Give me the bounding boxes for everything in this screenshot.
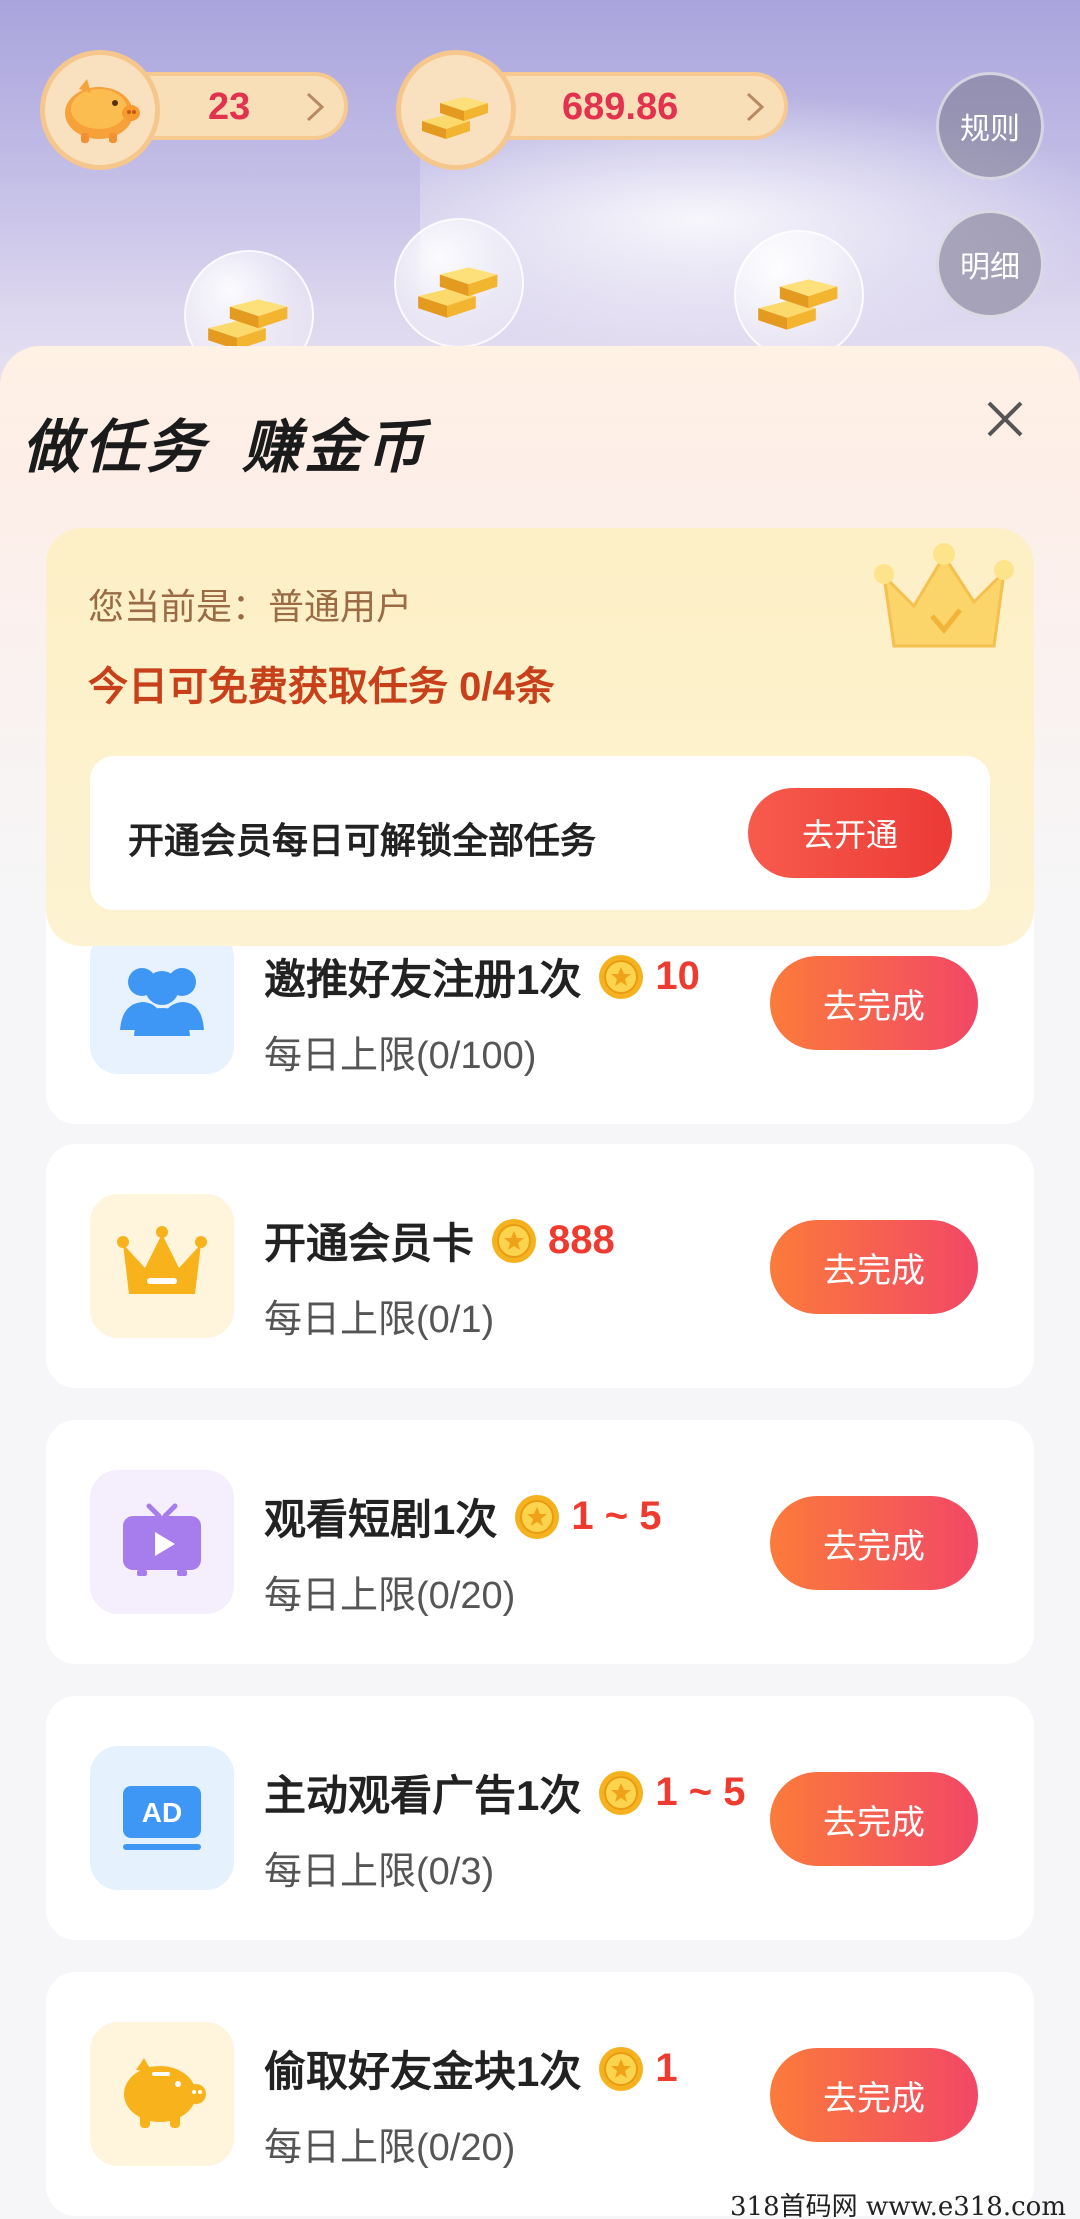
- task-limit: 每日上限(0/20): [264, 1575, 516, 1617]
- task-limit: 每日上限(0/20): [264, 2127, 516, 2169]
- complete-task-button[interactable]: 去完成: [770, 2048, 978, 2142]
- gold-coin-icon: [599, 954, 644, 999]
- task-title: 主动观看广告1次: [264, 1772, 582, 1819]
- task-card: 偷取好友金块1次 1 每日上限(0/20) 去完成: [46, 1972, 1034, 2216]
- piggy-count: 23: [208, 86, 251, 128]
- gold-coin-icon: [492, 1218, 537, 1263]
- task-icon-box: [90, 1194, 234, 1338]
- tv-play-icon: [117, 1500, 207, 1585]
- task-reward-value: 1 ~ 5: [655, 1770, 746, 1814]
- gold-bar-icon: [396, 50, 516, 170]
- task-name: 主动观看广告1次 1 ~ 5: [264, 1762, 745, 1823]
- task-icon-box: [90, 930, 234, 1074]
- task-icon-box: [90, 2022, 234, 2166]
- complete-task-button[interactable]: 去完成: [770, 1496, 978, 1590]
- gold-bubble[interactable]: [394, 218, 524, 348]
- gold-amount: 689.86: [562, 86, 679, 128]
- task-reward-value: 888: [548, 1218, 615, 1262]
- svg-text:AD: AD: [142, 1797, 182, 1828]
- task-title: 邀推好友注册1次: [264, 956, 582, 1003]
- gold-bar-icon: [418, 267, 498, 318]
- task-icon-box: AD: [90, 1746, 234, 1890]
- gold-stat-pill[interactable]: 689.86: [396, 50, 788, 170]
- task-reward: 10: [597, 953, 700, 1001]
- task-card: 开通会员卡 888 每日上限(0/1) 去完成: [46, 1144, 1034, 1388]
- task-reward: 888: [490, 1217, 615, 1265]
- piggy-stat-pill[interactable]: 23: [40, 50, 348, 170]
- free-task-count: 今日可免费获取任务 0/4条: [88, 665, 555, 709]
- close-icon[interactable]: [984, 398, 1026, 440]
- gold-coin-icon: [599, 1770, 644, 1815]
- crown-icon: [117, 1224, 207, 1309]
- detail-button[interactable]: 明细: [936, 210, 1044, 318]
- watermark: 318首码网 www.e318.com: [730, 2192, 1066, 2219]
- task-limit: 每日上限(0/1): [264, 1299, 495, 1341]
- task-icon-box: [90, 1470, 234, 1614]
- task-title: 观看短剧1次: [264, 1496, 498, 1543]
- gold-coin-icon: [515, 1494, 560, 1539]
- rules-button[interactable]: 规则: [936, 72, 1044, 180]
- unlock-promo-text: 开通会员每日可解锁全部任务: [128, 820, 597, 861]
- gold-coin-icon: [599, 2046, 644, 2091]
- piggy-icon: [112, 2052, 212, 2137]
- task-name: 邀推好友注册1次 10: [264, 946, 700, 1007]
- task-limit: 每日上限(0/100): [264, 1035, 537, 1077]
- task-title: 开通会员卡: [264, 1220, 475, 1267]
- gold-bar-icon: [758, 279, 838, 330]
- task-reward: 1: [597, 2045, 678, 2093]
- gold-bubble[interactable]: [734, 230, 864, 360]
- task-card: AD 主动观看广告1次 1 ~ 5 每日上限(0/3) 去完成: [46, 1696, 1034, 1940]
- task-reward: 1 ~ 5: [513, 1493, 661, 1541]
- task-card: 观看短剧1次 1 ~ 5 每日上限(0/20) 去完成: [46, 1420, 1034, 1664]
- complete-task-button[interactable]: 去完成: [770, 956, 978, 1050]
- ad-icon: AD: [117, 1776, 207, 1861]
- task-reward: 1 ~ 5: [597, 1769, 745, 1817]
- task-reward-value: 10: [655, 954, 700, 998]
- member-status: 您当前是：普通用户: [88, 586, 413, 627]
- task-reward-value: 1 ~ 5: [571, 1494, 662, 1538]
- crown-icon: [874, 543, 1014, 648]
- task-limit: 每日上限(0/3): [264, 1851, 495, 1893]
- task-title: 偷取好友金块1次: [264, 2048, 582, 2095]
- open-membership-button[interactable]: 去开通: [748, 788, 952, 878]
- chevron-right-icon: [746, 92, 765, 122]
- task-name: 开通会员卡 888: [264, 1210, 615, 1271]
- task-name: 观看短剧1次 1 ~ 5: [264, 1486, 661, 1547]
- users-icon: [112, 960, 212, 1045]
- task-reward-value: 1: [655, 2046, 678, 2090]
- piggy-bank-icon: [40, 50, 160, 170]
- task-name: 偷取好友金块1次 1: [264, 2038, 678, 2099]
- chevron-right-icon: [306, 92, 325, 122]
- sheet-title: 做任务 赚金币: [22, 415, 429, 480]
- complete-task-button[interactable]: 去完成: [770, 1772, 978, 1866]
- complete-task-button[interactable]: 去完成: [770, 1220, 978, 1314]
- gold-bar-icon: [208, 299, 288, 350]
